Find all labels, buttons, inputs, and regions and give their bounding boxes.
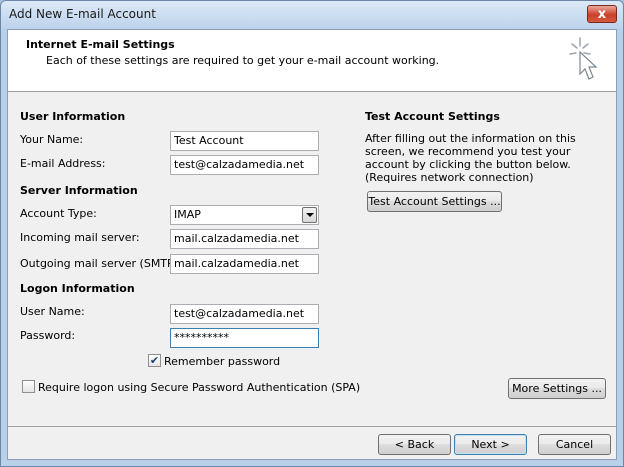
- dialog-body: Internet E-mail Settings Each of these s…: [7, 29, 617, 460]
- back-button[interactable]: < Back: [378, 434, 451, 455]
- outgoing-server-label: Outgoing mail server (SMTP):: [20, 257, 182, 270]
- incoming-server-field[interactable]: mail.calzadamedia.net: [170, 229, 319, 249]
- header-subtitle: Each of these settings are required to g…: [46, 54, 440, 67]
- header-title: Internet E-mail Settings: [26, 38, 175, 51]
- more-settings-button[interactable]: More Settings ...: [508, 378, 606, 399]
- account-type-label: Account Type:: [20, 207, 97, 220]
- outgoing-server-field[interactable]: mail.calzadamedia.net: [170, 254, 319, 274]
- spa-label: Require logon using Secure Password Auth…: [38, 381, 361, 394]
- remember-password-label: Remember password: [164, 355, 281, 368]
- title-bar: Add New E-mail Account x: [1, 1, 623, 29]
- close-button[interactable]: x: [587, 5, 617, 23]
- account-type-value: IMAP: [174, 208, 201, 221]
- your-name-label: Your Name:: [20, 133, 84, 146]
- password-label: Password:: [20, 329, 76, 342]
- next-button[interactable]: Next >: [454, 434, 527, 455]
- user-name-field[interactable]: test@calzadamedia.net: [170, 304, 319, 324]
- test-settings-description: After filling out the information on thi…: [365, 132, 576, 184]
- incoming-server-label: Incoming mail server:: [20, 231, 140, 244]
- email-address-label: E-mail Address:: [20, 157, 106, 170]
- chevron-down-icon[interactable]: [302, 207, 317, 223]
- email-address-field[interactable]: test@calzadamedia.net: [170, 155, 319, 175]
- window-title: Add New E-mail Account: [9, 7, 156, 21]
- test-account-settings-button[interactable]: Test Account Settings ...: [367, 191, 502, 212]
- your-name-field[interactable]: Test Account: [170, 131, 319, 151]
- server-info-heading: Server Information: [20, 184, 138, 197]
- user-name-label: User Name:: [20, 305, 85, 318]
- remember-password-checkbox[interactable]: ✔: [148, 354, 161, 367]
- cancel-button[interactable]: Cancel: [538, 434, 611, 455]
- account-type-select[interactable]: IMAP: [170, 205, 319, 225]
- dialog-header: Internet E-mail Settings Each of these s…: [8, 30, 616, 92]
- footer-divider: [8, 426, 616, 427]
- logon-info-heading: Logon Information: [20, 282, 135, 295]
- add-account-window: Add New E-mail Account x Internet E-mail…: [0, 0, 624, 467]
- sparkle-cursor-icon: [569, 37, 598, 80]
- password-field[interactable]: **********: [170, 328, 319, 348]
- spa-checkbox[interactable]: [22, 380, 35, 393]
- test-settings-heading: Test Account Settings: [365, 110, 500, 123]
- close-icon: x: [597, 6, 607, 22]
- user-info-heading: User Information: [20, 110, 126, 123]
